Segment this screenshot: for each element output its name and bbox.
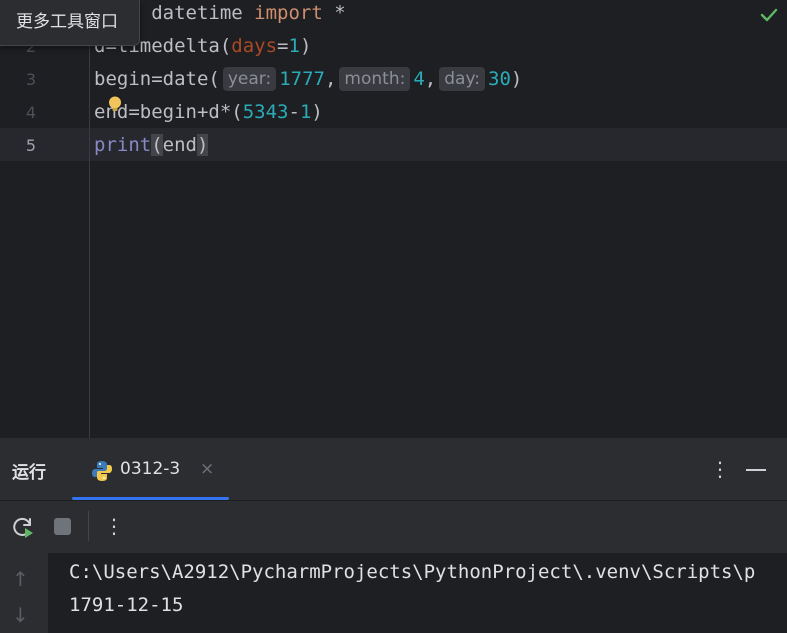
arrow-down-icon[interactable]: ↓ [12, 603, 29, 627]
code-text: , [324, 68, 337, 90]
gutter-divider [89, 0, 90, 438]
builtin-function: print [94, 134, 152, 156]
code-text: - [288, 101, 300, 123]
code-text: ) [510, 68, 523, 90]
number-literal: 5343 [242, 101, 289, 123]
import-star: * [322, 2, 346, 24]
line-number-active: 5 [25, 136, 36, 155]
matched-paren: ) [196, 134, 209, 156]
number-literal: 4 [413, 68, 425, 90]
code-line-5[interactable]: print(end) [94, 129, 209, 162]
parameter-hint-day: day: [439, 67, 485, 91]
number-literal: 30 [488, 68, 511, 90]
keyword: import [254, 2, 323, 24]
code-editor[interactable]: 2 3 4 5 from datetime import * d=timedel… [0, 0, 787, 438]
active-tab-indicator [72, 497, 229, 500]
minimize-icon[interactable] [746, 469, 766, 471]
console-line: C:\Users\A2912\PycharmProjects\PythonPro… [69, 561, 756, 583]
more-icon[interactable]: ⋮ [104, 515, 124, 537]
more-icon[interactable]: ⋮ [710, 458, 730, 480]
number-literal: 1777 [279, 68, 325, 90]
rerun-icon[interactable] [11, 515, 35, 539]
tab-label: 0312-3 [120, 459, 181, 479]
checkmark-icon[interactable] [760, 6, 778, 24]
code-text: end [162, 134, 197, 156]
console-line: 1791-12-15 [69, 594, 184, 616]
run-toolbar: ⋮ [0, 501, 787, 553]
tab-run-config[interactable]: 0312-3 × [72, 438, 229, 500]
matched-paren: ( [151, 134, 163, 156]
lightbulb-icon[interactable] [108, 96, 122, 114]
code-text: ) [299, 35, 312, 57]
panel-title: 运行 [12, 463, 46, 483]
number-literal: 1 [288, 35, 300, 57]
tooltip-more-tool-windows: 更多工具窗口 [0, 0, 140, 46]
toolbar-divider [88, 511, 89, 541]
line-number: 4 [25, 103, 36, 122]
stop-icon[interactable] [54, 518, 71, 535]
python-icon [92, 461, 112, 481]
module-name: datetime [139, 2, 255, 24]
code-text: = [277, 35, 289, 57]
line-number: 3 [25, 70, 36, 89]
console-output[interactable]: ↑ ↓ C:\Users\A2912\PycharmProjects\Pytho… [0, 553, 787, 633]
code-text: begin=date( [94, 68, 220, 90]
parameter-hint-year: year: [222, 67, 277, 91]
code-line-3[interactable]: begin=date(year: 1777, month: 4, day: 30) [94, 63, 522, 96]
code-text: , [424, 68, 437, 90]
code-line-4[interactable]: end=begin+d*(5343-1) [94, 96, 323, 129]
number-literal: 1 [299, 101, 312, 123]
run-panel-header: 运行 0312-3 × ⋮ [0, 438, 787, 501]
console-gutter: ↑ ↓ [0, 553, 48, 633]
arrow-up-icon[interactable]: ↑ [12, 567, 29, 591]
parameter-name: days [231, 35, 278, 57]
code-text: ) [311, 101, 323, 123]
close-icon[interactable]: × [200, 460, 214, 478]
run-tool-window: 运行 0312-3 × ⋮ ⋮ ↑ ↓ C:\Users\A2912\Pycha… [0, 438, 787, 633]
parameter-hint-month: month: [339, 67, 411, 91]
